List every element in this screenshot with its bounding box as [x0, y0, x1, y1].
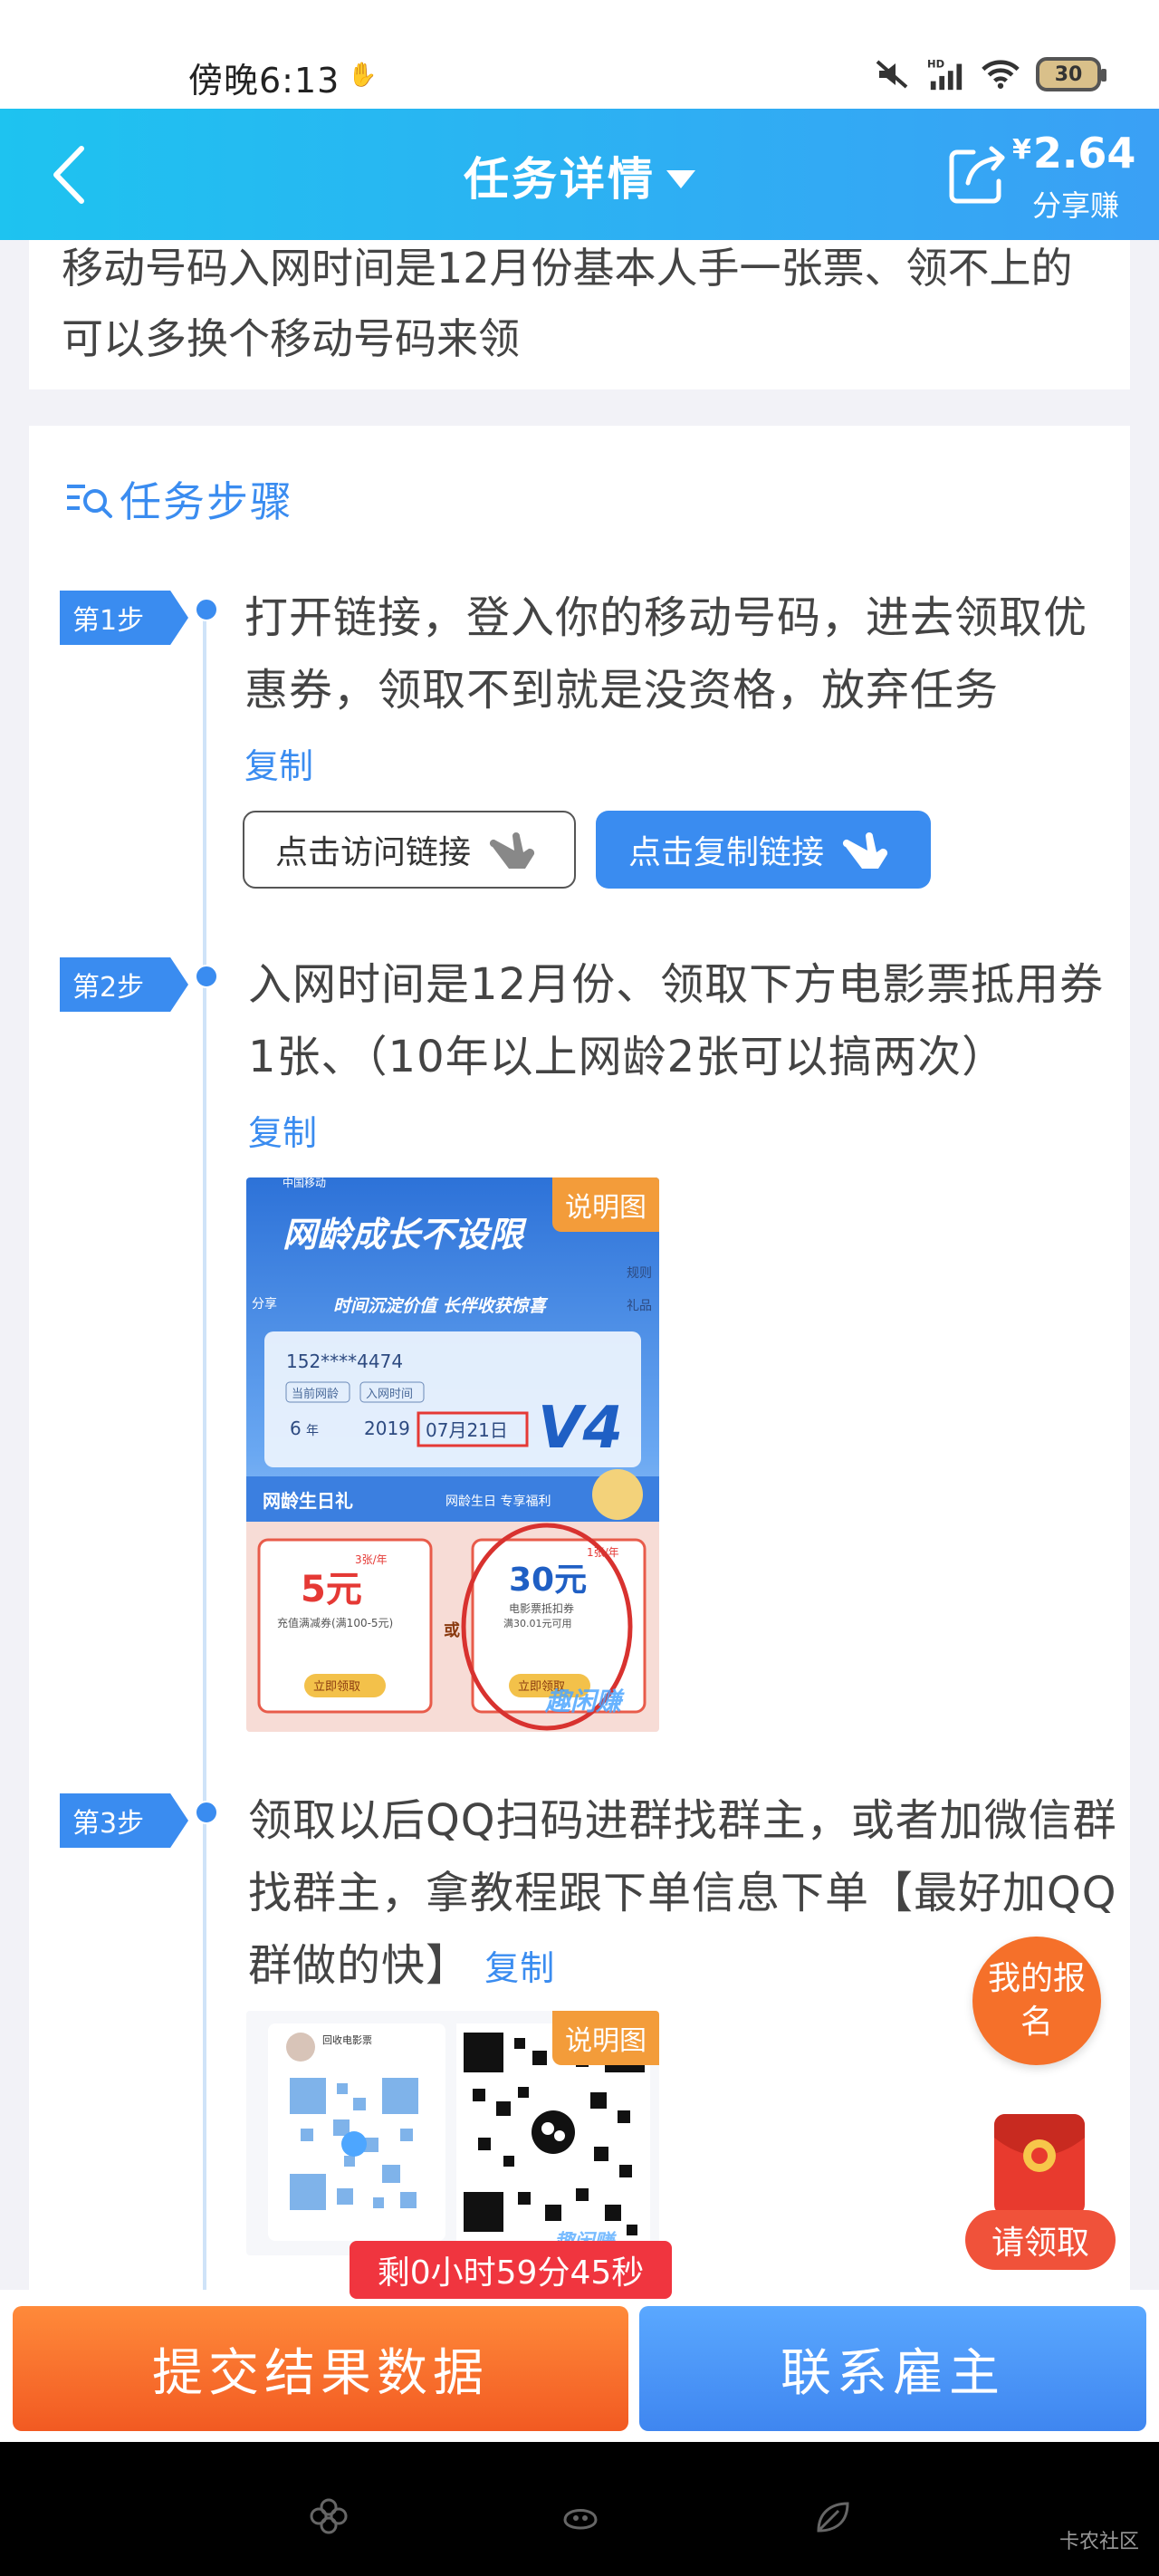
svg-text:立即领取: 立即领取 — [313, 1680, 360, 1694]
svg-text:分享: 分享 — [252, 1296, 277, 1312]
step-3-illustration[interactable]: 回收电影票 趣闲赚 说明图 — [246, 2011, 659, 2255]
svg-text:HD: HD — [927, 57, 944, 70]
hand-icon: ✋ — [348, 62, 378, 89]
chevron-down-icon — [666, 169, 695, 188]
battery-icon: 30 — [1036, 57, 1106, 91]
system-nav-bar: 卡农社区 — [0, 2442, 1159, 2576]
wifi-icon — [982, 56, 1020, 92]
step-2-image-tag: 说明图 — [552, 1177, 659, 1232]
forum-watermark: 卡农社区 — [1058, 2531, 1139, 2553]
svg-text:07月21日: 07月21日 — [426, 1419, 508, 1441]
svg-text:满30.01元可用: 满30.01元可用 — [503, 1618, 572, 1629]
timeline-line — [203, 616, 206, 2292]
my-signup-button[interactable]: 我的报名 — [972, 1937, 1101, 2065]
coupon-screenshot-image: 中国移动 网龄成长不设限 分享 时间沉淀价值 长伴收获惊喜 规则 礼品 152*… — [246, 1177, 659, 1732]
svg-text:电影票抵扣券: 电影票抵扣券 — [509, 1601, 574, 1615]
mute-icon — [873, 56, 911, 92]
svg-text:趣闲赚: 趣闲赚 — [544, 1687, 625, 1716]
svg-text:152****4474: 152****4474 — [286, 1350, 403, 1372]
step-3-badge: 第3步 — [60, 1793, 188, 1848]
svg-text:回收电影票: 回收电影票 — [322, 2033, 372, 2046]
home-icon[interactable] — [560, 2496, 601, 2538]
countdown-timer: 剩0小时59分45秒 — [350, 2241, 672, 2299]
steps-section-title: 任务步骤 — [65, 469, 293, 529]
svg-text:当前网龄: 当前网龄 — [292, 1387, 339, 1401]
status-bar: 傍晚6:13 ✋ HD 30 — [0, 0, 1159, 109]
share-icon[interactable] — [946, 143, 1010, 207]
share-reward-label[interactable]: 分享赚 — [1032, 183, 1119, 225]
hand-pointer-icon — [489, 832, 535, 869]
svg-text:V4: V4 — [538, 1395, 623, 1462]
step-1-text: 打开链接，登入你的移动号码，进去领取优惠券，领取不到就是没资格，放弃任务 — [244, 592, 1088, 716]
svg-text:礼品: 礼品 — [627, 1299, 652, 1313]
task-notice-text: 移动号码入网时间是12月份基本人手一张票、领不上的可以多换个移动号码来领 — [62, 244, 1073, 363]
status-icons: HD 30 — [873, 54, 1106, 94]
svg-text:3张/年: 3张/年 — [355, 1553, 388, 1566]
flower-icon[interactable] — [308, 2496, 350, 2538]
status-time: 傍晚6:13 — [188, 61, 340, 101]
svg-text:6: 6 — [290, 1418, 302, 1439]
step-2-dot — [195, 965, 218, 988]
svg-text:5元: 5元 — [301, 1569, 362, 1610]
svg-text:30元: 30元 — [509, 1562, 587, 1599]
svg-text:充值满减券(满100-5元): 充值满减券(满100-5元) — [277, 1616, 393, 1629]
step-1-dot — [195, 598, 218, 621]
contact-employer-button[interactable]: 联系雇主 — [639, 2306, 1146, 2431]
signal-icon: HD — [927, 56, 965, 92]
steps-list-icon — [67, 485, 112, 518]
visit-link-button[interactable]: 点击访问链接 — [243, 811, 576, 889]
share-reward-amount[interactable]: ¥2.64 — [1012, 129, 1135, 178]
step-2-copy-link[interactable]: 复制 — [248, 1105, 317, 1155]
leaf-icon[interactable] — [811, 2496, 853, 2538]
step-2-text: 入网时间是12月份、领取下方电影票抵用券1张、（10年以上网龄2张可以搞两次） — [248, 959, 1105, 1082]
hand-pointer-icon — [842, 832, 888, 869]
copy-link-button[interactable]: 点击复制链接 — [596, 811, 931, 889]
submit-result-button[interactable]: 提交结果数据 — [13, 2306, 628, 2431]
svg-text:入网时间: 入网时间 — [366, 1388, 413, 1401]
claim-button[interactable]: 请领取 — [965, 2210, 1116, 2270]
svg-text:网龄生日 专享福利: 网龄生日 专享福利 — [445, 1494, 551, 1509]
step-1-badge: 第1步 — [60, 591, 188, 645]
svg-text:网龄生日礼: 网龄生日礼 — [263, 1490, 353, 1512]
svg-text:或: 或 — [444, 1620, 460, 1640]
svg-text:时间沉淀价值 长伴收获惊喜: 时间沉淀价值 长伴收获惊喜 — [333, 1296, 549, 1316]
svg-text:2019: 2019 — [364, 1418, 410, 1439]
step-2-illustration[interactable]: 中国移动 网龄成长不设限 分享 时间沉淀价值 长伴收获惊喜 规则 礼品 152*… — [246, 1177, 659, 1732]
step-1-copy-link[interactable]: 复制 — [244, 738, 313, 788]
bottom-action-bar: 提交结果数据 联系雇主 — [0, 2290, 1159, 2442]
svg-text:网龄成长不设限: 网龄成长不设限 — [283, 1215, 527, 1254]
app-header: 任务详情 ¥2.64 分享赚 — [0, 109, 1159, 240]
task-notice-card: 移动号码入网时间是12月份基本人手一张票、领不上的可以多换个移动号码来领 — [29, 240, 1130, 389]
step-2-badge: 第2步 — [60, 957, 188, 1012]
step-3-image-tag: 说明图 — [552, 2011, 659, 2065]
svg-text:年: 年 — [306, 1424, 319, 1438]
svg-text:中国移动: 中国移动 — [283, 1177, 326, 1189]
step-3-dot — [195, 1801, 218, 1824]
task-steps-card: 任务步骤 第1步 打开链接，登入你的移动号码，进去领取优惠券，领取不到就是没资格… — [29, 426, 1130, 2292]
red-envelope-icon[interactable] — [989, 2110, 1090, 2219]
step-3-copy-link[interactable]: 复制 — [484, 1948, 555, 1988]
svg-text:规则: 规则 — [627, 1266, 652, 1281]
